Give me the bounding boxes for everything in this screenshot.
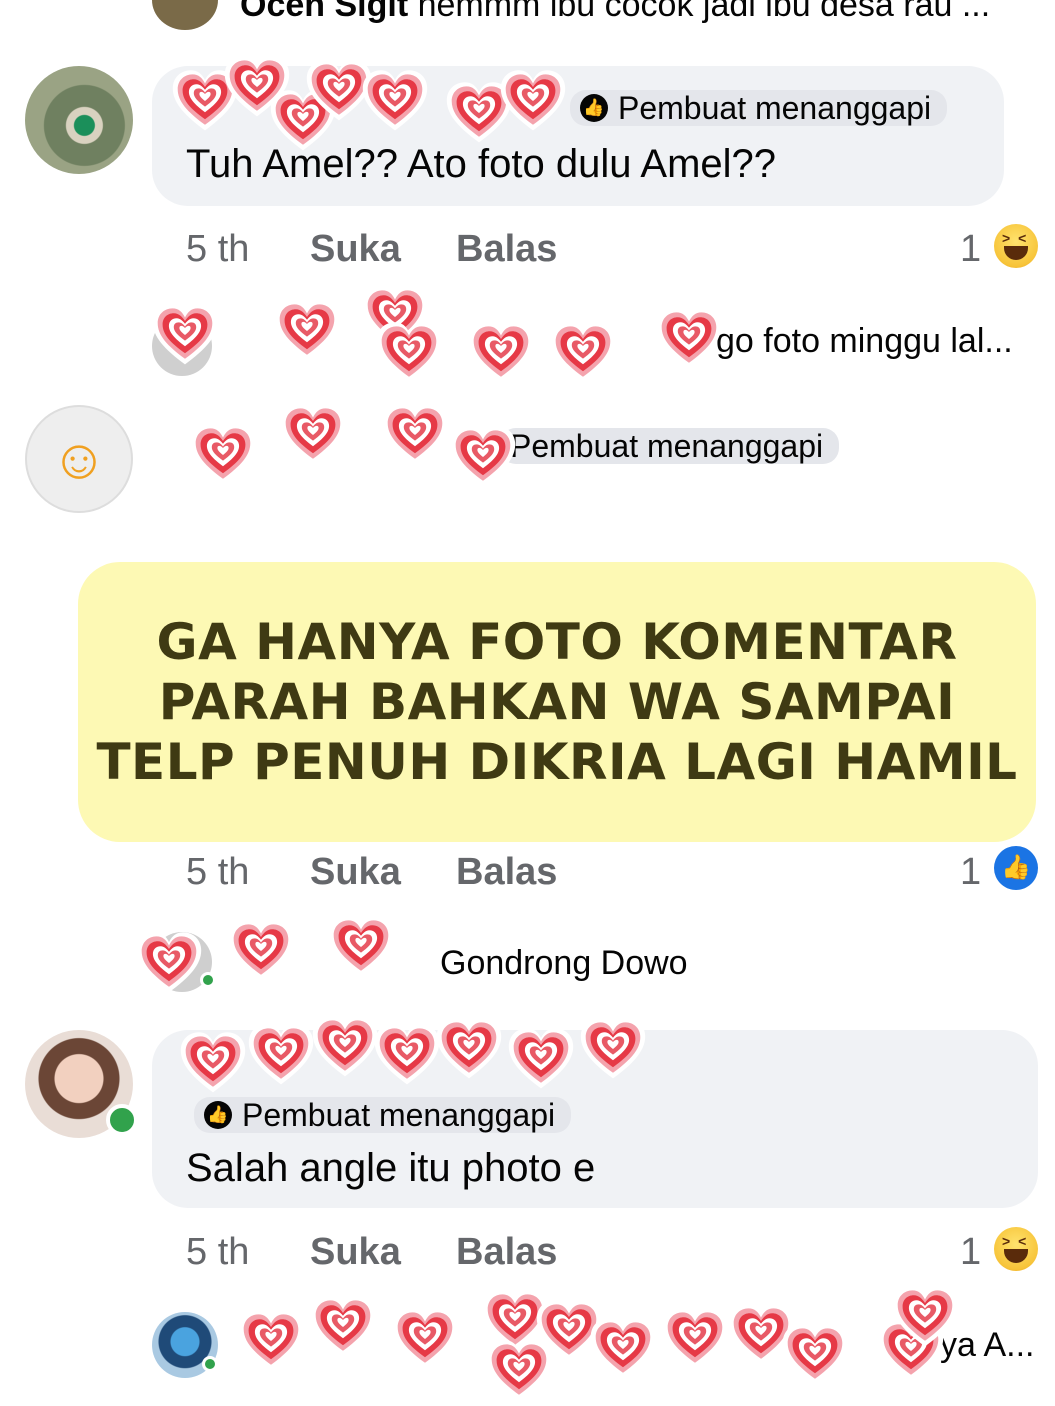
caption-line: TELP PENUH DIKRIA LAGI HAMIL — [96, 733, 1018, 791]
heart-sticker-icon — [278, 400, 348, 470]
avatar[interactable] — [152, 0, 218, 30]
heart-sticker-icon — [178, 1028, 248, 1098]
heart-sticker-icon — [578, 1014, 648, 1084]
haha-icon — [994, 224, 1038, 268]
author-badge-label: Pembuat menanggapi — [242, 1096, 556, 1133]
online-status-dot — [106, 1104, 138, 1136]
reply-text: hemmm ibu cocok jadi ibu desa rau ... — [417, 0, 991, 24]
heart-sticker-icon — [890, 1282, 960, 1352]
caption-banner: GA HANYA FOTO KOMENTAR PARAH BAHKAN WA S… — [78, 562, 1036, 842]
like-button[interactable]: Suka — [310, 1231, 401, 1274]
author-badge-label: Pembuat menanggapi — [510, 427, 824, 464]
reaction-count[interactable]: 1 — [960, 1231, 981, 1274]
heart-sticker-icon — [236, 1306, 306, 1376]
heart-sticker-icon — [588, 1314, 658, 1384]
heart-sticker-icon — [506, 1024, 576, 1094]
caption-line: GA HANYA FOTO KOMENTAR — [156, 613, 958, 671]
online-status-dot — [202, 1356, 218, 1372]
haha-icon — [994, 1227, 1038, 1271]
heart-sticker-icon — [308, 1292, 378, 1362]
comment-time: 5 th — [186, 851, 250, 893]
reply-preview[interactable]: go foto minggu lal... — [240, 322, 1013, 361]
heart-sticker-icon — [310, 1012, 380, 1082]
caption-line: PARAH BAHKAN WA SAMPAI — [158, 673, 956, 731]
heart-sticker-icon — [654, 304, 724, 374]
heart-sticker-icon — [548, 318, 618, 388]
heart-sticker-icon — [498, 66, 568, 136]
reply-preview[interactable]: Ocen Sigit hemmm ibu cocok jadi ibu desa… — [240, 0, 990, 25]
heart-sticker-icon — [434, 1014, 504, 1084]
thumbs-up-icon: 👍 — [580, 94, 608, 122]
thumbs-up-icon: 👍 — [204, 1101, 232, 1129]
comment-text: Salah angle itu photo e — [186, 1146, 596, 1190]
heart-sticker-icon — [374, 318, 444, 388]
heart-sticker-icon — [188, 420, 258, 490]
reply-button[interactable]: Balas — [456, 228, 557, 271]
avatar[interactable]: ☺ — [25, 405, 133, 513]
heart-sticker-icon — [134, 928, 204, 998]
reply-button[interactable]: Balas — [456, 851, 557, 894]
smiling-face-icon: ☺ — [50, 427, 108, 490]
author-badge: 👍 Pembuat menanggapi — [570, 89, 948, 126]
reaction-count[interactable]: 1 — [960, 851, 981, 894]
reply-text: go foto minggu lal... — [716, 322, 1013, 360]
reply-button[interactable]: Balas — [456, 1231, 557, 1274]
avatar[interactable] — [25, 66, 133, 174]
like-button[interactable]: Suka — [310, 228, 401, 271]
author-badge: Pembuat menanggapi — [500, 427, 840, 464]
heart-sticker-icon — [246, 1020, 316, 1090]
heart-sticker-icon — [448, 422, 518, 492]
like-button[interactable]: Suka — [310, 851, 401, 894]
comment-time: 5 th — [186, 1231, 250, 1273]
heart-sticker-icon — [150, 300, 220, 370]
heart-sticker-icon — [326, 912, 396, 982]
heart-sticker-icon — [272, 296, 342, 366]
comment-time: 5 th — [186, 228, 250, 270]
heart-sticker-icon — [226, 916, 296, 986]
heart-sticker-icon — [372, 1020, 442, 1090]
heart-sticker-icon — [660, 1304, 730, 1374]
heart-sticker-icon — [466, 318, 536, 388]
heart-sticker-icon — [780, 1320, 850, 1390]
like-icon: 👍 — [994, 846, 1038, 890]
author-badge-label: Pembuat menanggapi — [618, 89, 932, 126]
reaction-count[interactable]: 1 — [960, 228, 981, 271]
heart-sticker-icon — [390, 1304, 460, 1374]
heart-sticker-icon — [380, 400, 450, 470]
author-badge: 👍 Pembuat menanggapi — [194, 1096, 572, 1133]
reply-text: Gondrong Dowo — [440, 944, 688, 982]
reply-author[interactable]: Ocen Sigit — [240, 0, 408, 24]
heart-sticker-icon — [360, 66, 430, 136]
